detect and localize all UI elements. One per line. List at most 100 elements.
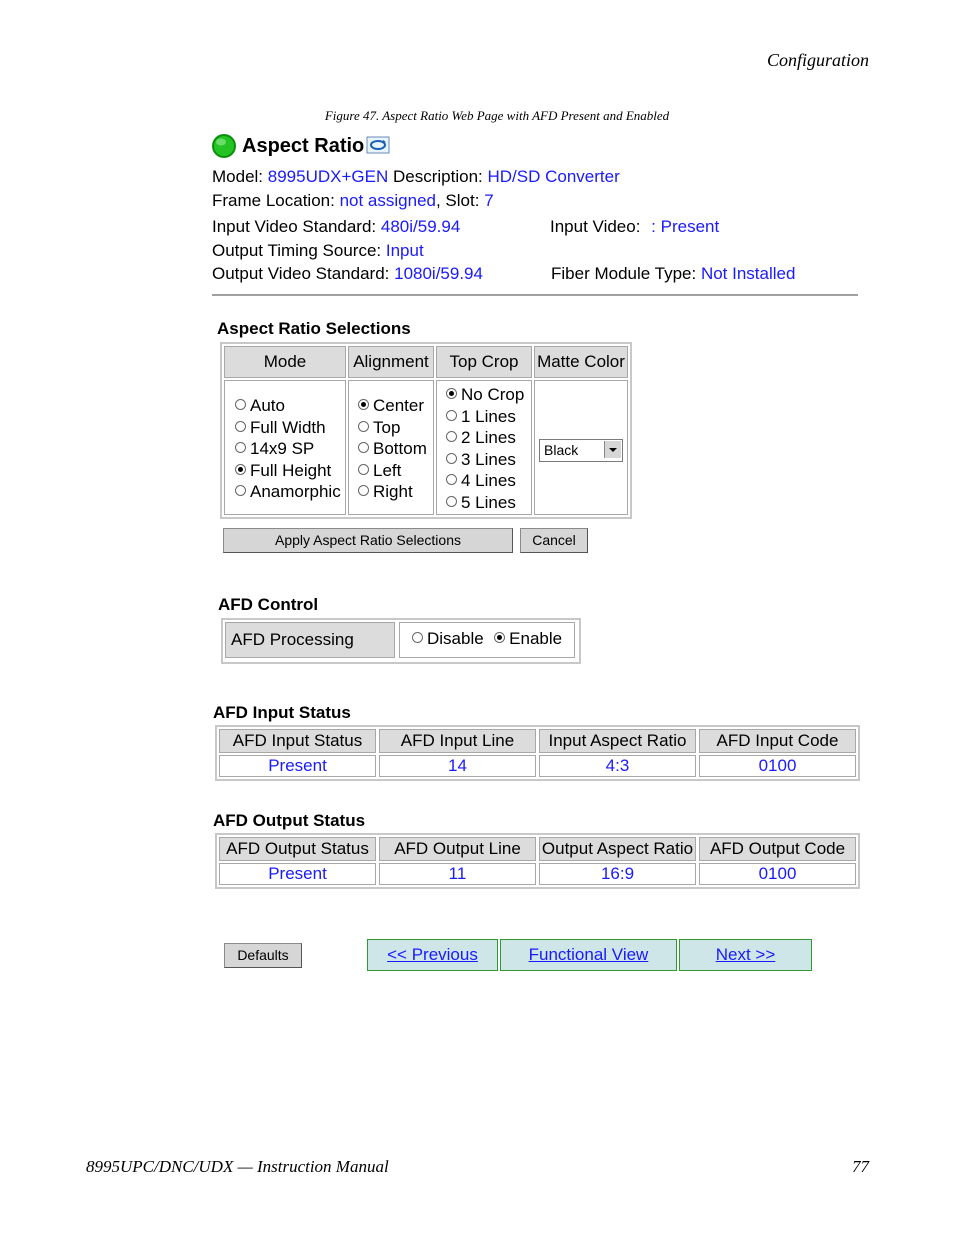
input-video-line: Input Video: : Present (550, 217, 719, 237)
column-header-alignment: Alignment (348, 346, 434, 378)
crop-option-5-lines[interactable]: 5 Lines (446, 492, 524, 514)
matte-color-value: Black (544, 442, 579, 458)
figure-caption: Figure 47. Aspect Ratio Web Page with AF… (324, 108, 670, 123)
alignment-option-left[interactable]: Left (358, 460, 427, 482)
radio-icon[interactable] (446, 495, 457, 507)
matte-color-cell: Black (534, 380, 628, 515)
crop-option-2-lines[interactable]: 2 Lines (446, 427, 524, 449)
output-standard-label: Output Video Standard: (212, 264, 390, 283)
radio-icon[interactable] (235, 420, 246, 432)
refresh-icon[interactable] (366, 136, 390, 154)
fiber-module-label: Fiber Module Type: (551, 264, 697, 283)
crop-option-4-lines[interactable]: 4 Lines (446, 470, 524, 492)
option-label: 2 Lines (461, 428, 516, 447)
description-label: Description: (392, 167, 483, 186)
mode-option-full-width[interactable]: Full Width (235, 417, 341, 439)
column-header-top-crop: Top Crop (436, 346, 532, 378)
radio-icon[interactable] (358, 442, 369, 453)
option-label: Auto (250, 396, 285, 415)
input-video-label: Input Video: (550, 217, 641, 236)
afd-output-title: AFD Output Status (213, 811, 366, 830)
afd-input-line-value: 14 (379, 755, 536, 777)
crop-option-3-lines[interactable]: 3 Lines (446, 449, 524, 471)
option-label: Top (373, 417, 401, 437)
afd-input-header: AFD Input Code (699, 729, 856, 753)
mode-option-full-height[interactable]: Full Height (235, 460, 341, 482)
crop-option-1-lines[interactable]: 1 Lines (446, 406, 524, 428)
output-standard-value: 1080i/59.94 (394, 264, 483, 283)
alignment-option-right[interactable]: Right (358, 481, 427, 503)
cancel-button[interactable]: Cancel (520, 528, 588, 553)
slot-label: , Slot: (435, 191, 480, 210)
option-label: Enable (509, 629, 563, 648)
alignment-option-center[interactable]: Center (358, 395, 427, 417)
frame-location-label: Frame Location: (212, 191, 335, 210)
radio-selected-icon[interactable] (494, 632, 506, 643)
option-label: Full Width (250, 417, 326, 437)
radio-icon[interactable] (358, 420, 369, 432)
mode-option-auto[interactable]: Auto (235, 395, 341, 417)
radio-selected-icon[interactable] (446, 388, 457, 399)
radio-selected-icon[interactable] (358, 399, 369, 410)
afd-input-code-value: 0100 (699, 755, 856, 777)
slot-value: 7 (484, 191, 494, 210)
radio-icon[interactable] (235, 399, 246, 410)
option-label: Right (373, 482, 413, 501)
previous-button[interactable]: << Previous (367, 939, 498, 971)
footer-manual-title: 8995UPC/DNC/UDX — Instruction Manual (86, 1157, 389, 1176)
radio-icon[interactable] (358, 463, 369, 475)
afd-option-disable[interactable]: Disable (412, 629, 484, 648)
option-label: Left (373, 460, 402, 480)
mode-option-anamorphic[interactable]: Anamorphic (235, 481, 341, 503)
alignment-option-top[interactable]: Top (358, 417, 427, 439)
option-label: Bottom (373, 439, 427, 458)
input-standard-value: 480i/59.94 (380, 217, 461, 236)
radio-icon[interactable] (412, 632, 423, 643)
radio-icon[interactable] (446, 474, 457, 485)
crop-option-no-crop[interactable]: No Crop (446, 384, 524, 406)
option-label: Center (373, 396, 425, 415)
afd-output-header: AFD Output Line (379, 837, 536, 861)
radio-icon[interactable] (235, 442, 246, 453)
mode-cell: Auto Full Width 14x9 SP Full Height Anam… (224, 380, 346, 515)
radio-icon[interactable] (235, 485, 246, 496)
model-line: Model: 8995UDX+GEN Description: HD/SD Co… (212, 167, 620, 187)
afd-input-header: AFD Input Line (379, 729, 536, 753)
running-header: Configuration (766, 50, 869, 70)
chevron-down-icon[interactable] (604, 441, 621, 458)
defaults-button[interactable]: Defaults (224, 943, 302, 968)
aspect-selections-title: Aspect Ratio Selections (217, 319, 411, 338)
afd-output-header: AFD Output Status (219, 837, 376, 861)
afd-output-line-value: 11 (379, 863, 536, 885)
model-label: Model: (212, 167, 264, 186)
next-button[interactable]: Next >> (679, 939, 812, 971)
input-standard-line: Input Video Standard: 480i/59.94 (212, 217, 460, 237)
afd-output-table: AFD Output Status AFD Output Line Output… (215, 833, 860, 889)
column-header-mode: Mode (224, 346, 346, 378)
alignment-option-bottom[interactable]: Bottom (358, 438, 427, 460)
frame-location-line: Frame Location: not assigned, Slot: 7 (212, 191, 494, 211)
functional-view-button[interactable]: Functional View (500, 939, 677, 971)
option-label: Anamorphic (250, 482, 341, 501)
alignment-cell: Center Top Bottom Left Right (348, 380, 434, 515)
radio-selected-icon[interactable] (235, 463, 246, 475)
radio-icon[interactable] (446, 452, 457, 464)
option-label: No Crop (461, 385, 525, 404)
top-crop-cell: No Crop 1 Lines 2 Lines 3 Lines 4 Lines … (436, 380, 532, 515)
option-label: 14x9 SP (250, 439, 315, 458)
radio-icon[interactable] (358, 485, 369, 496)
timing-source-label: Output Timing Source: (212, 241, 382, 260)
radio-icon[interactable] (446, 431, 457, 442)
mode-option-14x9-sp[interactable]: 14x9 SP (235, 438, 341, 460)
footer-page-number: 77 (852, 1157, 869, 1176)
status-indicator-icon (211, 133, 237, 159)
radio-icon[interactable] (446, 409, 457, 421)
apply-aspect-button[interactable]: Apply Aspect Ratio Selections (223, 528, 513, 553)
input-standard-label: Input Video Standard: (212, 217, 377, 236)
matte-color-select[interactable]: Black (539, 439, 623, 462)
afd-option-enable[interactable]: Enable (494, 629, 562, 648)
fiber-module-line: Fiber Module Type: Not Installed (551, 264, 795, 284)
option-label: Disable (427, 629, 484, 648)
timing-source-value: Input (385, 241, 424, 260)
afd-output-status-value: Present (219, 863, 376, 885)
